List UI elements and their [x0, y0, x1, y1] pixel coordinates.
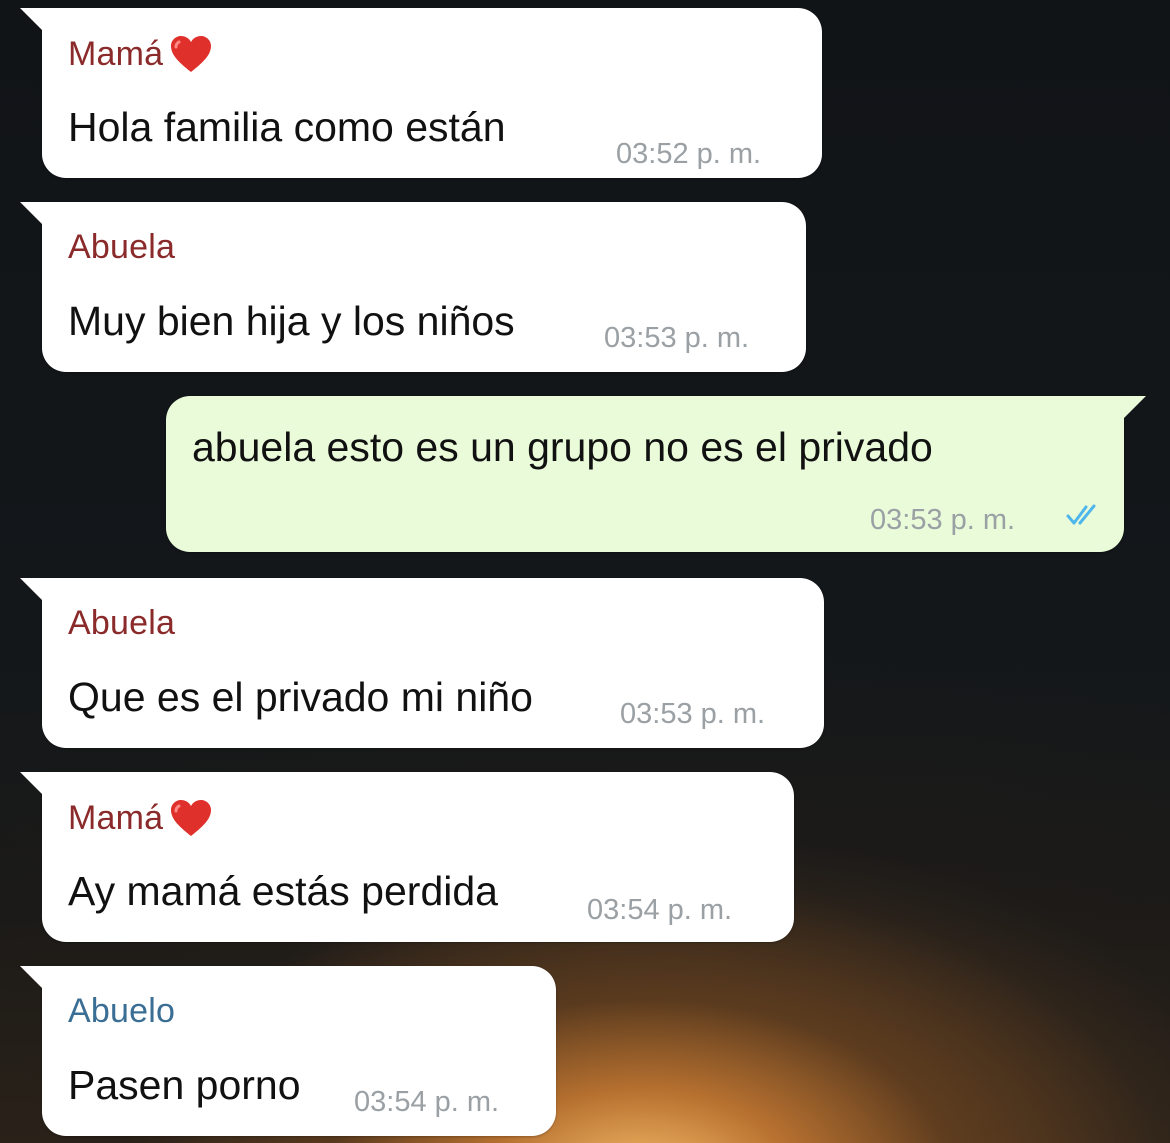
message-text: abuela esto es un grupo no es el privado: [192, 424, 933, 470]
message-text: Que es el privado mi niño: [68, 674, 533, 720]
message-text: Muy bien hija y los niños: [68, 298, 515, 344]
sender-label: Mamá: [68, 34, 164, 73]
sender-name: Abuelo: [68, 992, 175, 1031]
message-text: Pasen porno: [68, 1062, 301, 1108]
message-bubble[interactable]: Abuela Muy bien hija y los niños 03:53 p…: [20, 202, 806, 372]
message-time: 03:54 p. m.: [354, 1086, 500, 1118]
sender-label: Abuela: [68, 228, 176, 266]
double-check-read-icon: [1066, 504, 1096, 525]
sender-name: Abuela: [68, 604, 175, 643]
message-time: 03:53 p. m.: [604, 322, 750, 354]
message-time: 03:53 p. m.: [620, 698, 766, 730]
sender-name: Mamá: [68, 34, 213, 74]
message-bubble[interactable]: Abuela Que es el privado mi niño 03:53 p…: [20, 578, 824, 748]
message-time: 03:53 p. m.: [870, 504, 1016, 536]
message-bubble[interactable]: Mamá Hola familia como están 03:52 p. m.: [20, 8, 822, 178]
sender-name: Mamá: [68, 798, 213, 838]
message-text: Hola familia como están: [68, 104, 506, 150]
message-text: Ay mamá estás perdida: [68, 868, 498, 914]
message-bubble-outgoing[interactable]: abuela esto es un grupo no es el privado…: [166, 396, 1146, 552]
sender-label: Abuelo: [68, 992, 176, 1030]
chat-area: Mamá Hola familia como están 03:52 p. m.…: [0, 0, 1170, 1143]
heart-icon: [171, 800, 212, 836]
sender-name: Abuela: [68, 228, 175, 267]
message-time: 03:52 p. m.: [616, 138, 762, 170]
message-bubble[interactable]: Mamá Ay mamá estás perdida 03:54 p. m.: [20, 772, 794, 942]
heart-icon: [171, 36, 212, 72]
message-bubble[interactable]: Abuelo Pasen porno 03:54 p. m.: [20, 966, 556, 1136]
sender-label: Abuela: [68, 604, 176, 642]
sender-label: Mamá: [68, 798, 164, 837]
message-time: 03:54 p. m.: [587, 894, 733, 926]
